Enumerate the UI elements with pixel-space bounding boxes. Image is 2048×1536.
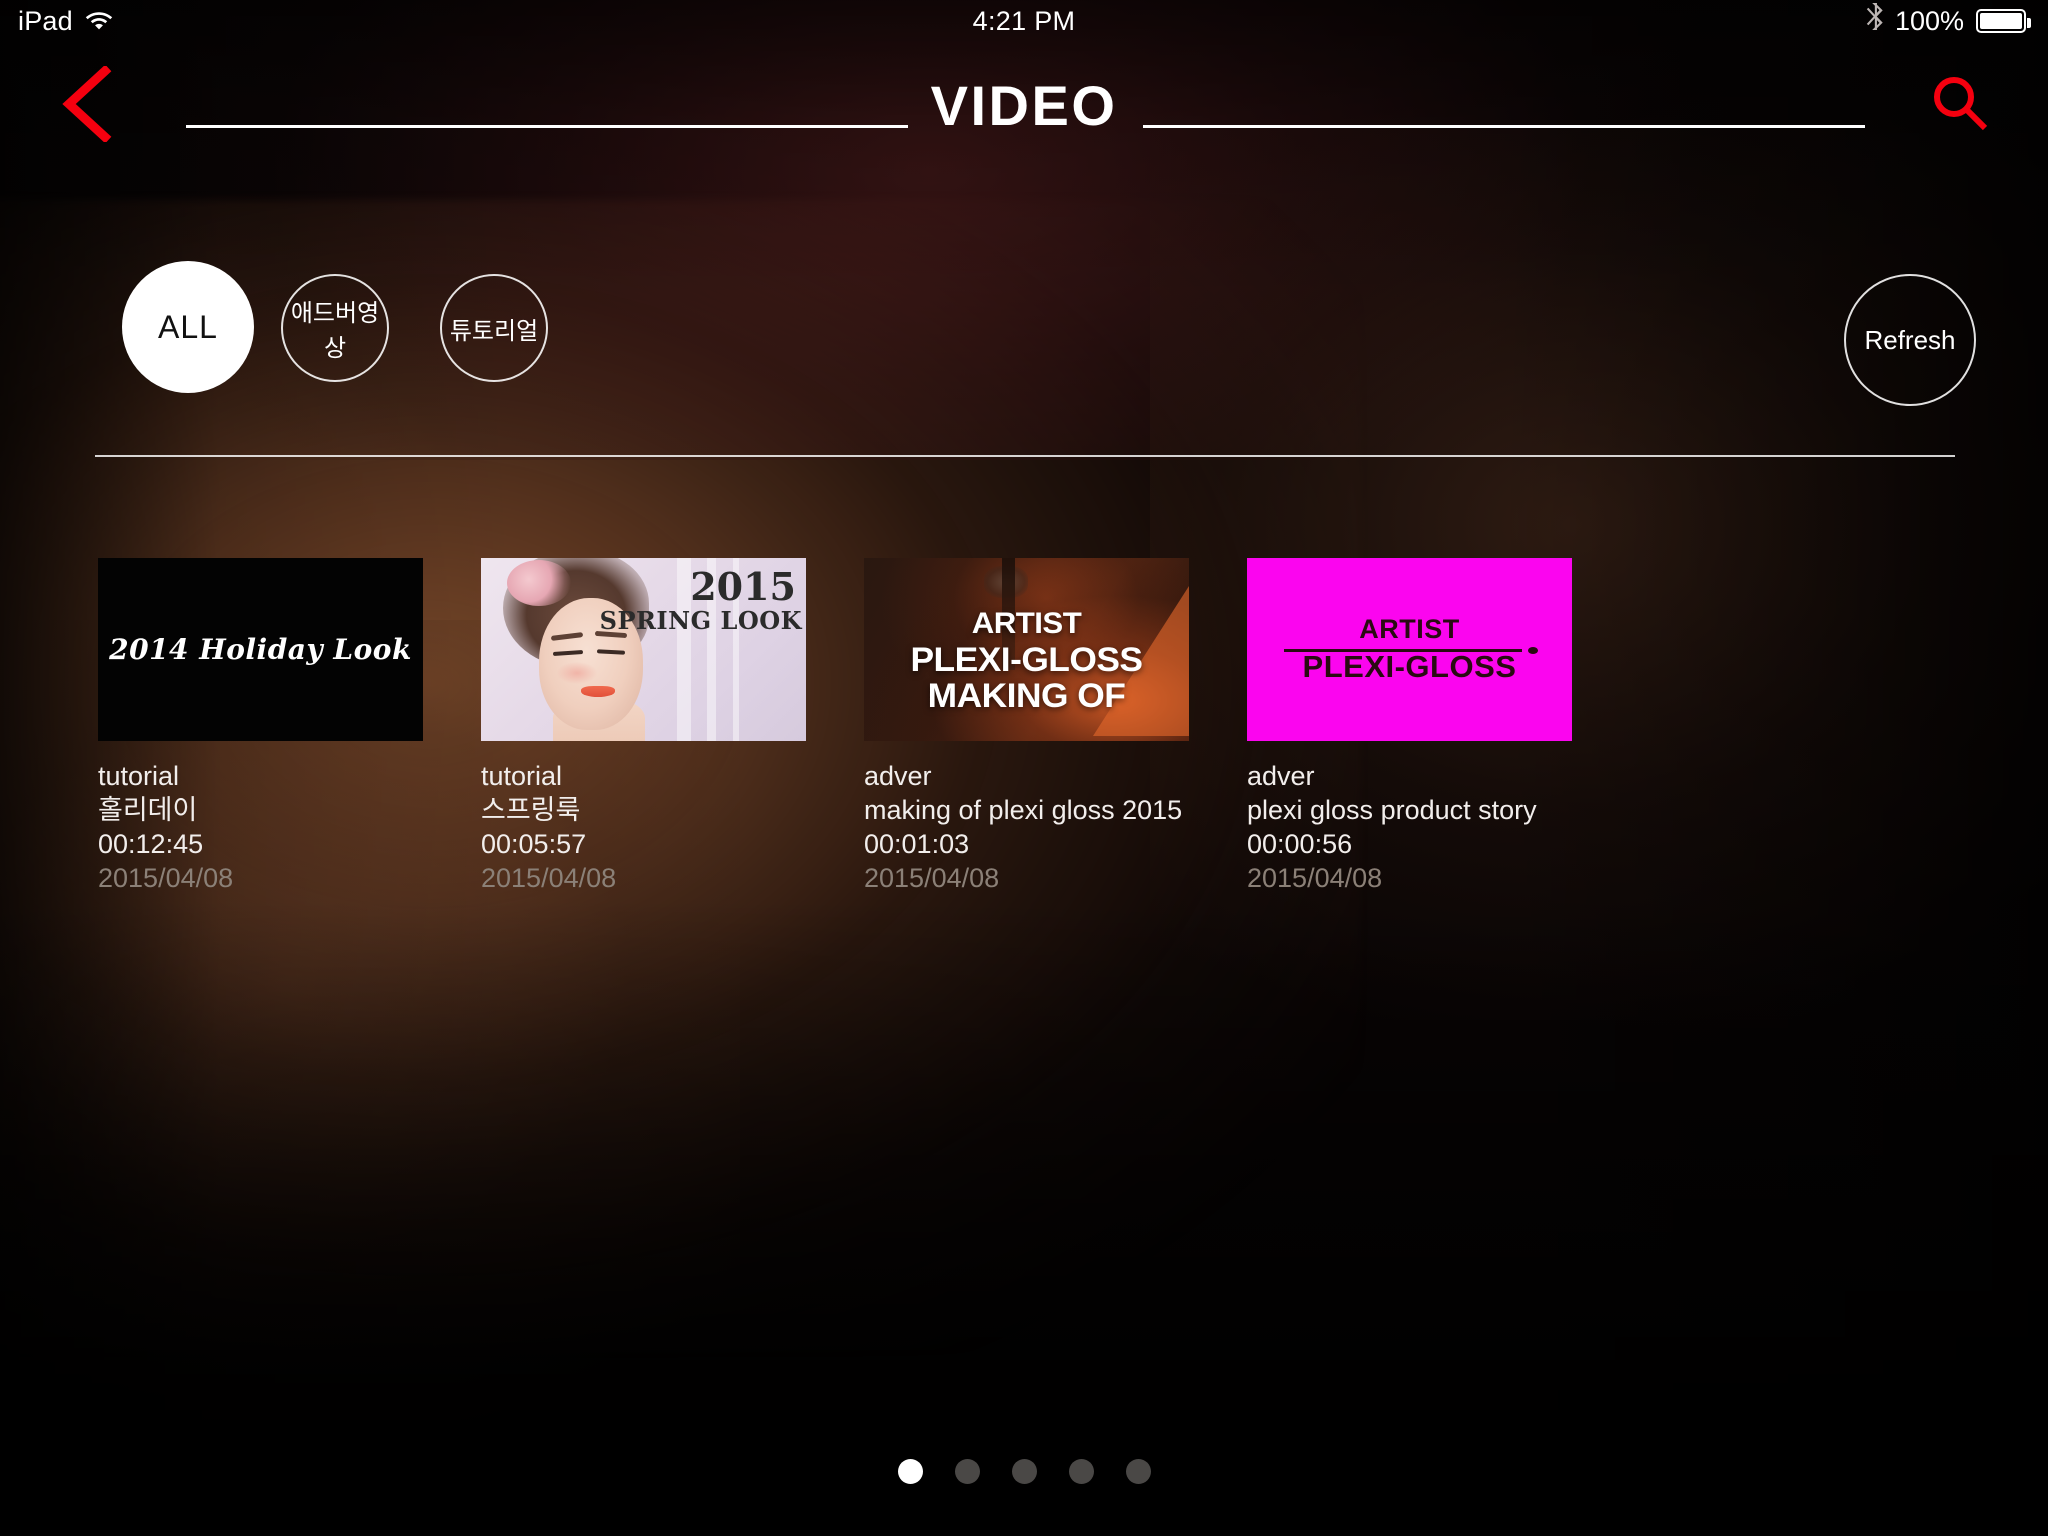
video-duration: 00:01:03 xyxy=(864,829,970,859)
thumbnail-title-block: ARTIST PLEXI-GLOSS MAKING OF xyxy=(864,606,1189,714)
video-date: 2015/04/08 xyxy=(864,863,1000,893)
thumbnail-title-block: ARTIST PLEXI-GLOSS xyxy=(1276,614,1544,685)
video-card[interactable]: ARTIST PLEXI-GLOSS MAKING OF adver makin… xyxy=(864,558,1189,895)
thumbnail-divider-line xyxy=(1283,649,1522,652)
section-divider xyxy=(95,455,1955,457)
page-title: VIDEO xyxy=(930,74,1118,137)
header-rule-left xyxy=(186,125,908,128)
video-meta: tutorial 홀리데이 00:12:45 2015/04/08 xyxy=(98,741,423,895)
video-title: 스프링룩 xyxy=(481,795,581,825)
video-thumbnail[interactable]: ARTIST PLEXI-GLOSS xyxy=(1247,558,1572,741)
video-category: adver xyxy=(1247,761,1315,791)
video-category: tutorial xyxy=(98,761,180,791)
video-card[interactable]: 2014 Holiday Look tutorial 홀리데이 00:12:45… xyxy=(98,558,423,895)
pagination-dot[interactable] xyxy=(1011,1459,1037,1484)
model-lips xyxy=(581,686,615,697)
video-title: 홀리데이 xyxy=(98,795,198,825)
filter-pill-adver-label: 애드버영상 xyxy=(290,300,380,362)
filter-pill-tutorial-label: 튜토리얼 xyxy=(449,317,539,345)
search-icon xyxy=(1929,73,1991,140)
video-duration: 00:00:56 xyxy=(1247,829,1353,859)
refresh-button-label: Refresh xyxy=(1864,324,1956,355)
thumbnail-stripe xyxy=(677,558,691,741)
video-thumbnail[interactable]: 2014 Holiday Look xyxy=(98,558,423,741)
pagination-dots xyxy=(0,1459,2048,1484)
thumbnail-line-3: MAKING OF xyxy=(927,677,1126,715)
thumbnail-caption-text: SPRING LOOK xyxy=(599,606,802,635)
thumbnail-line-1: ARTIST xyxy=(1359,614,1460,644)
thumbnail-line-2: PLEXI-GLOSS xyxy=(910,641,1143,679)
bluetooth-icon xyxy=(1866,0,1883,42)
battery-percent-label: 100% xyxy=(1894,6,1964,36)
filter-pill-all[interactable]: ALL xyxy=(122,261,254,393)
thumbnail-line-1: ARTIST xyxy=(971,607,1082,640)
model-blush xyxy=(557,662,597,684)
video-thumbnail[interactable]: ARTIST PLEXI-GLOSS MAKING OF xyxy=(864,558,1189,741)
video-meta: adver plexi gloss product story 00:00:56… xyxy=(1247,741,1572,895)
status-bar: iPad 4:21 PM 100% xyxy=(0,0,2048,42)
video-category: tutorial xyxy=(481,761,563,791)
video-date: 2015/04/08 xyxy=(481,863,617,893)
page-header: VIDEO xyxy=(0,42,2048,162)
pagination-dot[interactable] xyxy=(897,1459,923,1484)
model-flower xyxy=(507,560,571,606)
thumbnail-title-text: 2014 Holiday Look xyxy=(109,633,412,666)
status-bar-right: 100% xyxy=(1866,0,2031,42)
video-meta: tutorial 스프링룩 00:05:57 2015/04/08 xyxy=(481,741,806,895)
search-button[interactable] xyxy=(1918,64,2002,148)
pagination-dot[interactable] xyxy=(954,1459,980,1484)
video-duration: 00:12:45 xyxy=(98,829,204,859)
header-rule-right xyxy=(1143,125,1865,128)
thumbnail-divider-dot xyxy=(1527,647,1538,654)
video-title: making of plexi gloss 2015 xyxy=(864,795,1183,825)
video-category: adver xyxy=(864,761,932,791)
video-date: 2015/04/08 xyxy=(1247,863,1383,893)
refresh-button[interactable]: Refresh xyxy=(1844,274,1976,406)
video-meta: adver making of plexi gloss 2015 00:01:0… xyxy=(864,741,1189,895)
filter-pill-all-label: ALL xyxy=(158,308,218,345)
video-duration: 00:05:57 xyxy=(481,829,587,859)
filter-pill-adver[interactable]: 애드버영상 xyxy=(281,274,389,382)
battery-full-icon xyxy=(1976,9,2031,33)
thumbnail-line-2: PLEXI-GLOSS xyxy=(1302,649,1517,684)
video-date: 2015/04/08 xyxy=(98,863,234,893)
video-title: plexi gloss product story xyxy=(1247,795,1537,825)
pagination-dot[interactable] xyxy=(1068,1459,1094,1484)
thumbnail-year-text: 2015 xyxy=(690,564,796,609)
video-card[interactable]: 2015 SPRING LOOK tutorial 스프링룩 00:05:57 … xyxy=(481,558,806,895)
video-thumbnail[interactable]: 2015 SPRING LOOK xyxy=(481,558,806,741)
pagination-dot[interactable] xyxy=(1125,1459,1151,1484)
filter-pill-tutorial[interactable]: 튜토리얼 xyxy=(440,274,548,382)
status-bar-clock: 4:21 PM xyxy=(972,6,1076,36)
battery-fill xyxy=(1980,13,2022,29)
filter-bar: ALL 애드버영상 튜토리얼 Refresh xyxy=(0,253,2048,443)
video-card[interactable]: ARTIST PLEXI-GLOSS adver plexi gloss pro… xyxy=(1247,558,1572,895)
video-grid: 2014 Holiday Look tutorial 홀리데이 00:12:45… xyxy=(98,558,1978,895)
video-gallery-screen: iPad 4:21 PM 100% VIDEO ALL 애드버영상 튜토리얼 R… xyxy=(0,0,2048,1536)
